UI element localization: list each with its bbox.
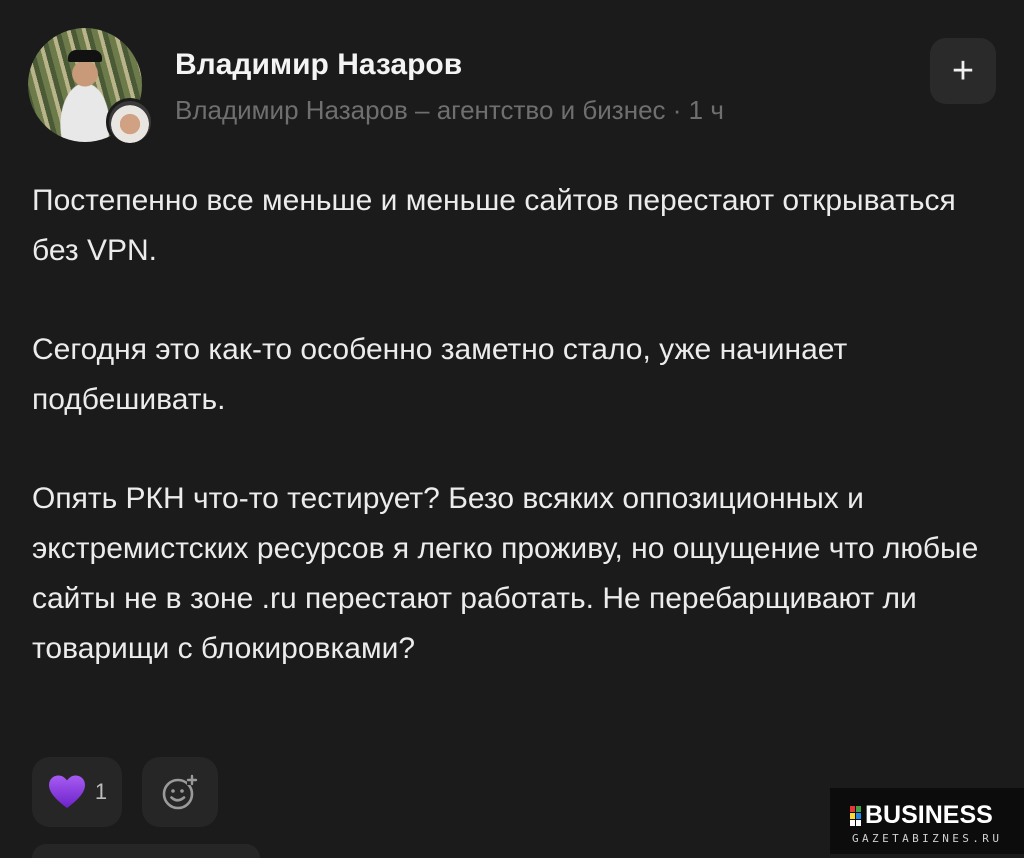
author-name[interactable]: Владимир Назаров	[175, 48, 462, 82]
logo-grid-icon	[850, 805, 861, 826]
channel-avatar[interactable]	[106, 98, 154, 146]
post-paragraph: Опять РКН что-то тестирует? Безо всяких …	[32, 482, 979, 665]
author-avatar-group[interactable]	[28, 28, 154, 146]
like-button[interactable]: 1	[32, 757, 122, 827]
post-body: Постепенно все меньше и меньше сайтов пе…	[32, 176, 1002, 723]
watermark-title: BUSINESS	[865, 801, 993, 829]
watermark-subtitle: GAZETABIZNES.RU	[852, 832, 1003, 845]
add-button[interactable]: +	[930, 38, 996, 104]
add-reaction-icon	[162, 774, 198, 810]
add-reaction-button[interactable]	[142, 757, 218, 827]
watermark-logo: BUSINESS	[850, 801, 993, 830]
plus-icon: +	[951, 50, 975, 92]
post-header: Владимир Назаров Владимир Назаров – аген…	[28, 28, 996, 148]
purple-heart-icon	[48, 775, 85, 808]
next-item-edge	[32, 844, 260, 858]
post-paragraph: Сегодня это как-то особенно заметно стал…	[32, 333, 848, 416]
watermark: BUSINESS GAZETABIZNES.RU	[830, 788, 1024, 854]
like-count: 1	[94, 779, 108, 804]
author-subline: Владимир Назаров – агентство и бизнес · …	[175, 95, 724, 125]
post-paragraph: Постепенно все меньше и меньше сайтов пе…	[32, 184, 956, 267]
